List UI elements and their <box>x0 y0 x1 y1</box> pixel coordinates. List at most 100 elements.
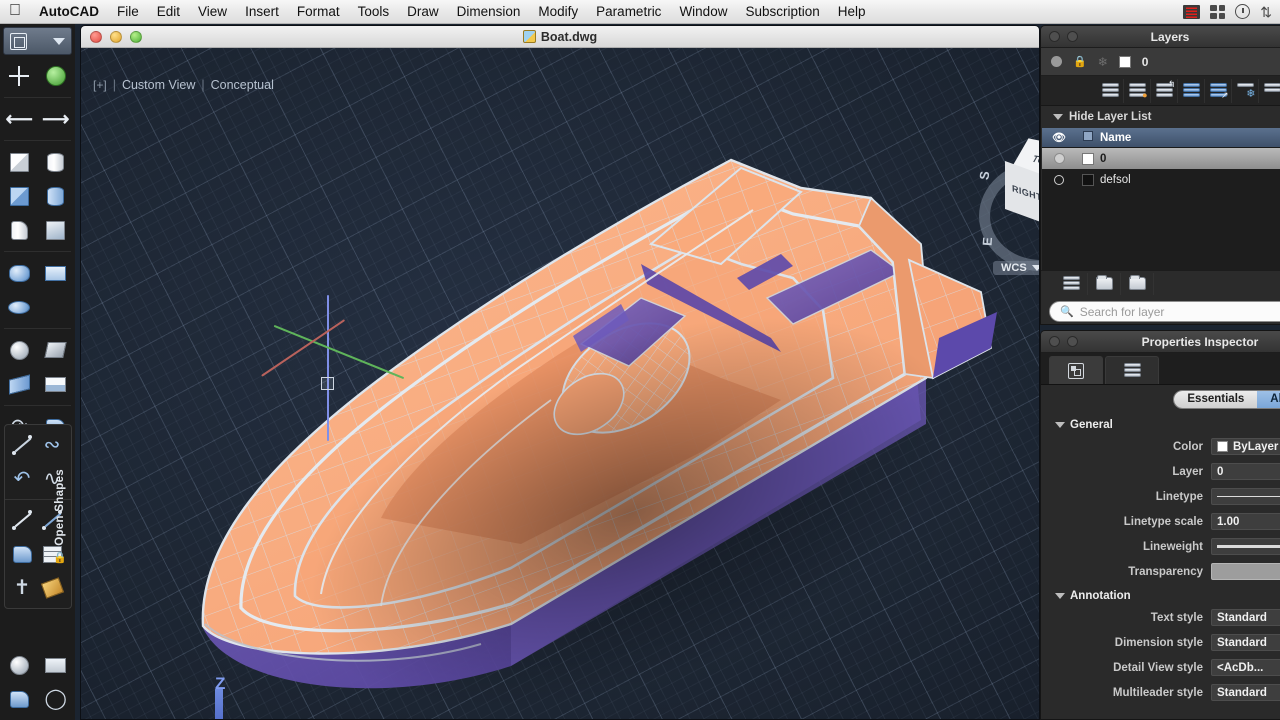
layer-freeze-icon[interactable]: ❄ <box>1232 78 1259 103</box>
property-value-lineweight[interactable] <box>1211 538 1280 555</box>
apple-logo-icon[interactable]:  <box>0 2 30 21</box>
document-title-bar[interactable]: Boat.dwg <box>81 26 1039 48</box>
table-row[interactable]: 0 <box>1042 148 1280 169</box>
column-header-name[interactable]: Name <box>1100 132 1131 144</box>
property-value-text-style[interactable]: Standard <box>1211 609 1280 626</box>
donut-icon[interactable]: ◯ <box>43 686 69 712</box>
menu-autocad[interactable]: AutoCAD <box>30 0 108 24</box>
ucs-dropdown-button[interactable]: WCS <box>993 261 1039 275</box>
layer-color-swatch[interactable] <box>1118 55 1131 68</box>
menu-parametric[interactable]: Parametric <box>587 0 670 24</box>
layer-previous-icon[interactable]: ↰ <box>1151 78 1178 103</box>
viewcube-cube[interactable]: TOP RIGHT BACK <box>999 138 1039 233</box>
boat-3d-model[interactable] <box>81 48 1039 719</box>
menu-file[interactable]: File <box>108 0 148 24</box>
multiline-icon[interactable]: ✝ <box>9 575 35 601</box>
chevron-down-icon[interactable] <box>53 37 65 45</box>
compass-east-label[interactable]: E <box>980 237 996 247</box>
intersect-icon[interactable] <box>6 294 32 320</box>
3d-rotate-icon[interactable] <box>43 63 69 89</box>
construction-line-icon[interactable] <box>9 507 35 533</box>
loft-icon[interactable] <box>43 217 69 243</box>
property-value-multileader-style[interactable]: Standard <box>1211 684 1280 701</box>
menu-subscription[interactable]: Subscription <box>736 0 828 24</box>
tab-object-properties[interactable] <box>1049 356 1103 384</box>
layer-off-icon[interactable] <box>1259 79 1280 103</box>
layer-make-current-icon[interactable]: ● <box>1124 78 1151 103</box>
menu-dimension[interactable]: Dimension <box>448 0 530 24</box>
menu-window[interactable]: Window <box>670 0 736 24</box>
visibility-dot-icon[interactable] <box>1051 56 1062 67</box>
viewport-view-name[interactable]: Custom View <box>122 78 195 92</box>
checkbox-icon[interactable] <box>1076 131 1100 144</box>
layer-visibility-toggle[interactable] <box>1042 153 1076 164</box>
menu-tools[interactable]: Tools <box>349 0 399 24</box>
property-value-layer[interactable]: 0 <box>1211 463 1280 480</box>
property-value-linetype-scale[interactable]: 1.00 <box>1211 513 1280 530</box>
menu-edit[interactable]: Edit <box>148 0 189 24</box>
layer-properties-icon[interactable] <box>1097 78 1124 103</box>
viewport-corner-menu[interactable]: [+] <box>93 78 107 92</box>
filter-all-option[interactable]: All <box>1257 390 1280 408</box>
layer-visibility-toggle[interactable] <box>1042 174 1076 185</box>
palette-header-3d-modeling[interactable] <box>3 27 72 55</box>
menu-view[interactable]: View <box>189 0 236 24</box>
revision-cloud-icon[interactable] <box>9 541 35 567</box>
new-layer-filter-icon[interactable] <box>1121 272 1154 295</box>
menu-help[interactable]: Help <box>829 0 875 24</box>
layer-match-icon[interactable] <box>1178 78 1205 103</box>
hide-layer-list-toggle[interactable]: Hide Layer List <box>1041 106 1280 128</box>
viewcube[interactable]: S E N W TOP RIGHT BACK WCS <box>961 133 1039 283</box>
property-value-dimension-style[interactable]: Standard <box>1211 634 1280 651</box>
menu-insert[interactable]: Insert <box>236 0 288 24</box>
lock-icon[interactable]: 🔒 <box>1073 55 1087 68</box>
properties-panel-title-bar[interactable]: Properties Inspector <box>1041 331 1280 353</box>
cylinder-solid-icon[interactable] <box>43 149 69 175</box>
menu-format[interactable]: Format <box>288 0 349 24</box>
sweep-icon[interactable] <box>6 217 32 243</box>
box-solid-icon[interactable] <box>6 149 32 175</box>
line-icon[interactable] <box>9 432 35 458</box>
rectangle-icon[interactable] <box>43 652 69 678</box>
grid-squares-icon[interactable] <box>1210 4 1226 19</box>
eye-icon[interactable]: 👁 <box>1042 131 1076 144</box>
time-machine-icon[interactable] <box>1235 4 1251 19</box>
section-header-annotation[interactable]: Annotation <box>1041 584 1280 605</box>
layer-states-icon[interactable] <box>1055 272 1088 295</box>
presspull-icon[interactable] <box>43 183 69 209</box>
tab-layer-properties[interactable] <box>1105 356 1159 384</box>
table-row[interactable]: defsol <box>1042 169 1280 190</box>
drawing-viewport[interactable]: [+] | Custom View | Conceptual S E TOP R… <box>81 48 1039 719</box>
filter-essentials-option[interactable]: Essentials <box>1174 390 1258 408</box>
viewport-visual-style[interactable]: Conceptual <box>211 78 274 92</box>
viewcube-face-right[interactable]: RIGHT <box>1005 160 1039 226</box>
extrude-icon[interactable] <box>6 183 32 209</box>
redo-arrow-icon[interactable]: ⟶ <box>42 106 69 132</box>
move-gizmo-icon[interactable] <box>6 63 32 89</box>
property-value-transparency[interactable] <box>1211 563 1280 580</box>
subtract-icon[interactable] <box>43 260 69 286</box>
property-value-color[interactable]: ByLayer <box>1211 438 1280 455</box>
properties-filter-segmented-control[interactable]: Essentials All <box>1173 389 1280 409</box>
split-mesh-icon[interactable] <box>43 371 69 397</box>
undo-arrow-icon[interactable]: ⟵ <box>6 106 33 132</box>
layer-isolate-icon[interactable]: ↗ <box>1205 78 1232 103</box>
mesh-face-icon[interactable] <box>43 337 69 363</box>
menu-modify[interactable]: Modify <box>529 0 587 24</box>
compass-south-label[interactable]: S <box>976 170 992 181</box>
hatch-icon[interactable] <box>6 686 32 712</box>
layer-color-swatch[interactable] <box>1076 152 1100 165</box>
new-layer-folder-icon[interactable] <box>1088 272 1121 295</box>
current-layer-row[interactable]: 🔒 ❄ 0 <box>1041 48 1280 76</box>
bluetooth-icon[interactable]: ⇅ <box>1260 5 1272 19</box>
circle-icon[interactable] <box>6 652 32 678</box>
menu-draw[interactable]: Draw <box>398 0 448 24</box>
layers-panel-title-bar[interactable]: Layers <box>1041 26 1280 48</box>
property-value-detail-view-style[interactable]: <AcDb... <box>1211 659 1280 676</box>
lock-icon[interactable]: 🔒 <box>53 551 67 564</box>
property-value-linetype[interactable] <box>1211 488 1280 505</box>
section-header-general[interactable]: General <box>1041 413 1280 434</box>
smooth-object-icon[interactable] <box>6 337 32 363</box>
search-input[interactable]: 🔍 Search for layer <box>1049 301 1280 322</box>
layer-color-swatch[interactable] <box>1076 173 1100 186</box>
